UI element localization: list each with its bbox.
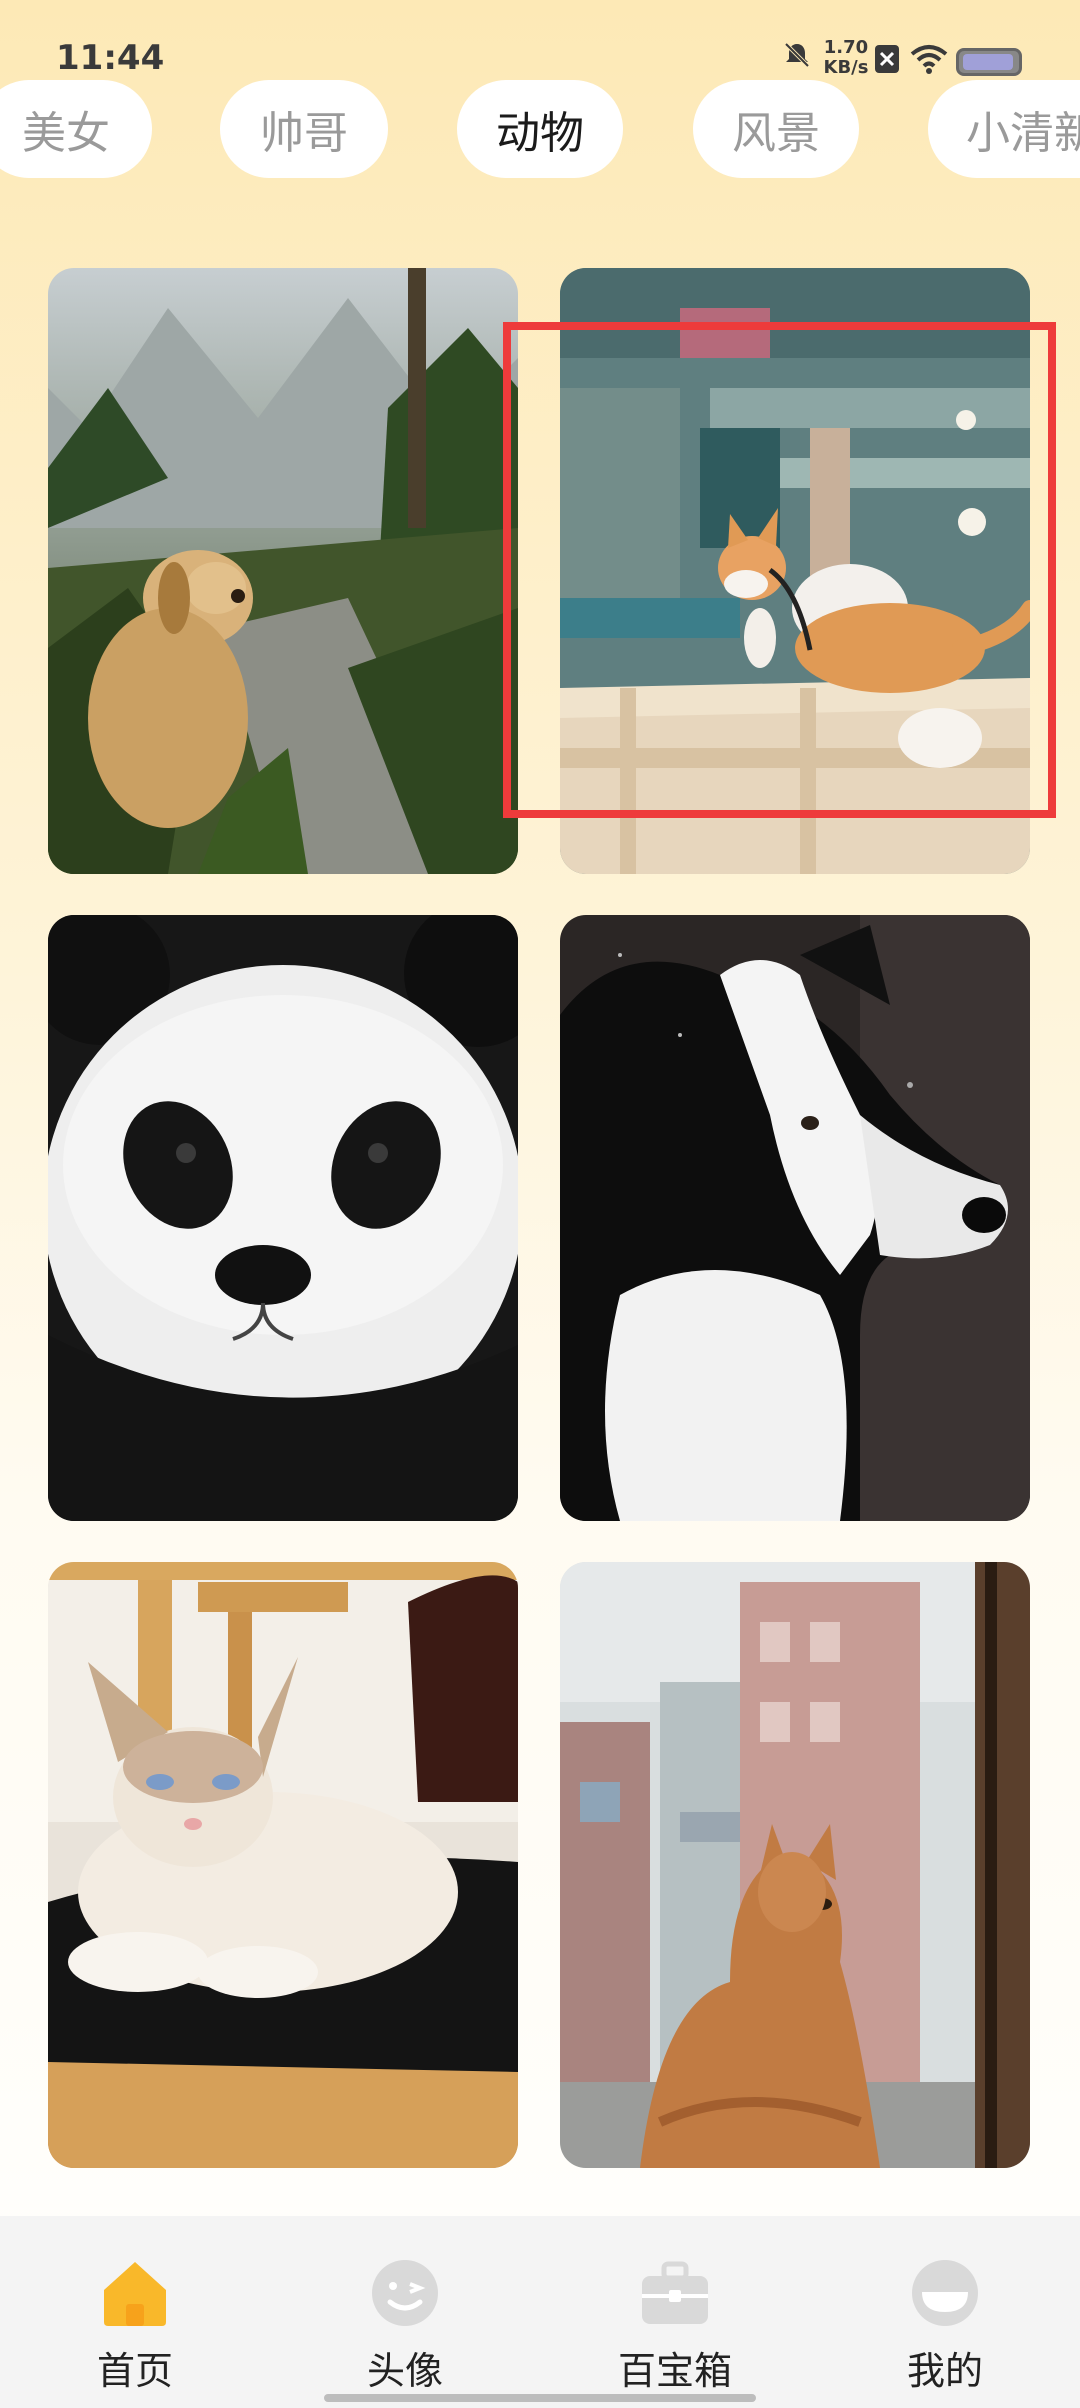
ragdoll-cat-image xyxy=(48,1562,518,2168)
sim-off-icon xyxy=(875,45,899,73)
nav-avatar[interactable]: 头像 xyxy=(325,2258,485,2395)
category-tabs: 美女 帅哥 动物 风景 小清新 xyxy=(0,80,1080,180)
nav-profile[interactable]: 我的 xyxy=(865,2258,1025,2395)
gesture-home-bar[interactable] xyxy=(324,2394,756,2402)
wallpaper-card[interactable] xyxy=(48,268,518,874)
tab-beauty[interactable]: 美女 xyxy=(0,80,152,178)
net-speed-value: 1.70 xyxy=(823,37,869,58)
mute-bell-icon xyxy=(784,42,810,68)
tab-scenery[interactable]: 风景 xyxy=(693,80,859,178)
wallpaper-card[interactable] xyxy=(48,915,518,1521)
net-speed-unit: KB/s xyxy=(823,57,869,78)
wallpaper-card[interactable] xyxy=(560,915,1030,1521)
nav-home[interactable]: 首页 xyxy=(55,2258,215,2395)
cat-window-image xyxy=(560,1562,1030,2168)
nav-toolbox[interactable]: 百宝箱 xyxy=(595,2258,755,2395)
nav-avatar-label: 头像 xyxy=(366,2349,443,2393)
bottom-nav: 首页 头像 百宝箱 我的 xyxy=(0,2216,1080,2408)
nav-toolbox-label: 百宝箱 xyxy=(617,2349,732,2393)
battery-icon xyxy=(956,48,1022,76)
home-icon xyxy=(104,2262,166,2326)
panda-image xyxy=(48,915,518,1521)
wallpaper-card[interactable] xyxy=(560,1562,1030,2168)
toolbox-icon xyxy=(642,2261,708,2324)
selection-highlight-box xyxy=(503,322,1056,818)
net-speed: 1.70 KB/s xyxy=(816,38,876,78)
avatar-face-icon xyxy=(372,2260,438,2326)
status-time: 11:44 xyxy=(56,38,165,78)
dog-forest-image xyxy=(48,268,518,874)
wifi-icon xyxy=(910,45,948,74)
status-bar: 11:44 1.70 KB/s xyxy=(0,0,1080,80)
profile-icon xyxy=(912,2260,978,2326)
wallpaper-card[interactable] xyxy=(48,1562,518,2168)
nav-home-label: 首页 xyxy=(96,2349,173,2393)
tab-handsome[interactable]: 帅哥 xyxy=(220,80,388,178)
tab-fresh[interactable]: 小清新 xyxy=(928,80,1080,178)
border-collie-image xyxy=(560,915,1030,1521)
nav-profile-label: 我的 xyxy=(906,2349,983,2393)
tab-animals[interactable]: 动物 xyxy=(457,80,623,178)
